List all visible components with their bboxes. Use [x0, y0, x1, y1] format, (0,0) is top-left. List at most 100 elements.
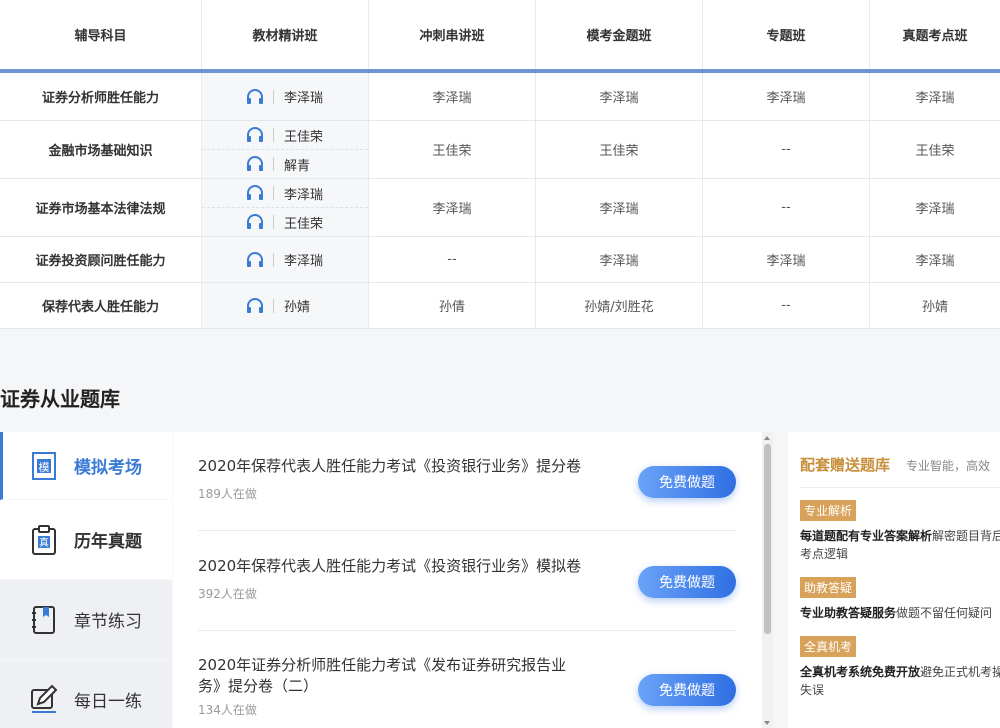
table-row: 保荐代表人胜任能力 孙婧 孙倩 孙婧/刘胜花 -- 孙婧: [0, 283, 1000, 329]
sidebar-item-label: 每日一练: [74, 692, 142, 712]
promo-feature: 专业解析 每道题配有专业答案解析解密题目背后 考点逻辑: [800, 488, 1000, 563]
sidebar-item-chapter-practice[interactable]: 章节练习: [0, 580, 172, 660]
svg-text:模: 模: [39, 461, 50, 474]
subject-cell: 证券投资顾问胜任能力: [0, 237, 202, 282]
question-title[interactable]: 2020年证券分析师胜任能力考试《发布证券研究报告业务》提分卷（二）: [198, 655, 588, 697]
divider: [273, 186, 274, 200]
feature-tag: 助教答疑: [800, 577, 857, 598]
question-title[interactable]: 2020年保荐代表人胜任能力考试《投资银行业务》提分卷: [198, 456, 588, 477]
table-row: 金融市场基础知识 王佳荣 解青 王佳荣 王佳荣 -- 王佳荣: [0, 121, 1000, 179]
feature-text: 专业助教答疑服务做题不留任何疑问: [800, 606, 993, 620]
teacher-cell: 孙倩: [369, 283, 536, 328]
headphones-icon[interactable]: [246, 251, 264, 268]
subject-cell: 金融市场基础知识: [0, 121, 202, 178]
teacher-name: 王佳荣: [284, 216, 324, 232]
scroll-down-icon[interactable]: [764, 721, 770, 725]
teacher-cell: 孙婧: [921, 300, 948, 315]
teacher-name: 解青: [284, 158, 311, 174]
question-list: 2020年保荐代表人胜任能力考试《投资银行业务》提分卷 189人在做 免费做题 …: [173, 432, 773, 728]
header-mock: 模考金题班: [536, 0, 703, 69]
sidebar-item-past-papers[interactable]: 真 历年真题: [0, 500, 172, 580]
textbook-teacher-cell: 王佳荣 解青: [202, 121, 369, 178]
teacher-cell: --: [703, 121, 870, 178]
teacher-cell: 李泽瑞: [915, 91, 955, 106]
subject-cell: 保荐代表人胜任能力: [0, 283, 202, 328]
feature-text: 全真机考系统免费开放避免正式机考操 失误: [800, 665, 1000, 697]
textbook-teacher-cell: 李泽瑞: [202, 237, 369, 282]
clipboard-icon: 真: [32, 524, 56, 555]
table-row: 证券市场基本法律法规 李泽瑞 王佳荣 李泽瑞 李泽瑞 -- 李泽瑞: [0, 179, 1000, 237]
teacher-cell: 李泽瑞: [703, 237, 870, 282]
teacher-name: 李泽瑞: [284, 187, 324, 203]
header-textbook: 教材精讲班: [202, 0, 369, 69]
sidebar-item-mock-exam[interactable]: 模 模拟考场: [0, 432, 172, 500]
teacher-audio-link[interactable]: 解青: [202, 150, 368, 178]
promo-subtitle: 专业智能，高效: [906, 459, 991, 473]
subject-cell: 证券分析师胜任能力: [0, 73, 202, 120]
teacher-audio-link[interactable]: 王佳荣: [202, 208, 368, 236]
teacher-cell: 李泽瑞: [703, 73, 870, 120]
sidebar-item-label: 模拟考场: [74, 458, 142, 478]
sidebar-item-label: 历年真题: [74, 532, 142, 552]
feature-text: 每道题配有专业答案解析解密题目背后 考点逻辑: [800, 529, 1000, 561]
table-header: 辅导科目 教材精讲班 冲刺串讲班 模考金题班 专题班 真题考点班: [0, 0, 1000, 73]
scrollbar[interactable]: [762, 432, 773, 728]
headphones-icon[interactable]: [246, 88, 264, 105]
teacher-name: 李泽瑞: [284, 91, 324, 106]
headphones-icon[interactable]: [246, 297, 264, 314]
free-practice-button[interactable]: 免费做题: [638, 674, 736, 706]
header-subject: 辅导科目: [0, 0, 202, 69]
teacher-cell: --: [703, 283, 870, 328]
teacher-audio-link[interactable]: 李泽瑞: [202, 179, 368, 208]
teacher-cell: 李泽瑞: [915, 254, 955, 269]
teacher-cell: 王佳荣: [536, 121, 703, 178]
textbook-teacher-cell: 李泽瑞 王佳荣: [202, 179, 369, 236]
header-real: 真题考点班: [902, 29, 968, 44]
promo-panel: 配套赠送题库 专业智能，高效 专业解析 每道题配有专业答案解析解密题目背后 考点逻…: [788, 432, 1000, 728]
teacher-cell: 孙婧/刘胜花: [536, 283, 703, 328]
headphones-icon[interactable]: [246, 214, 264, 230]
pencil-edit-icon: [31, 684, 58, 713]
headphones-icon[interactable]: [246, 156, 264, 172]
divider: [273, 128, 274, 142]
teacher-name: 李泽瑞: [284, 254, 324, 269]
teacher-cell: 李泽瑞: [536, 179, 703, 236]
sidebar-item-label: 章节练习: [74, 612, 142, 632]
promo-header: 配套赠送题库 专业智能，高效: [800, 454, 1000, 488]
free-practice-button[interactable]: 免费做题: [638, 466, 736, 498]
free-practice-button[interactable]: 免费做题: [638, 566, 736, 598]
divider: [273, 89, 274, 104]
header-sprint: 冲刺串讲班: [369, 0, 536, 69]
teacher-audio-link[interactable]: 李泽瑞: [202, 237, 368, 282]
exam-paper-icon: 模: [32, 451, 56, 480]
teacher-cell: --: [369, 237, 536, 282]
teacher-audio-link[interactable]: 孙婧: [202, 283, 368, 328]
teacher-audio-link[interactable]: 李泽瑞: [202, 73, 368, 120]
textbook-teacher-cell: 李泽瑞: [202, 73, 369, 120]
list-item: 2020年保荐代表人胜任能力考试《投资银行业务》提分卷 189人在做 免费做题: [198, 456, 736, 531]
subject-cell: 证券市场基本法律法规: [0, 179, 202, 236]
textbook-teacher-cell: 孙婧: [202, 283, 369, 328]
teacher-cell: 李泽瑞: [915, 202, 955, 217]
divider: [273, 252, 274, 267]
feature-tag: 全真机考: [800, 636, 857, 657]
teacher-cell: 李泽瑞: [536, 73, 703, 120]
sidebar: 模 模拟考场 真 历年真题 章节练习 每日一练: [0, 432, 172, 728]
divider: [273, 215, 274, 229]
scroll-up-icon[interactable]: [764, 436, 770, 440]
teacher-audio-link[interactable]: 王佳荣: [202, 121, 368, 150]
section-title: 证券从业题库: [0, 387, 120, 411]
headphones-icon[interactable]: [246, 185, 264, 201]
headphones-icon[interactable]: [246, 127, 264, 143]
notebook-icon: [32, 605, 55, 634]
question-title[interactable]: 2020年保荐代表人胜任能力考试《投资银行业务》模拟卷: [198, 556, 588, 577]
sidebar-item-daily-practice[interactable]: 每日一练: [0, 660, 172, 728]
svg-text:真: 真: [39, 536, 49, 549]
table-row: 证券分析师胜任能力 李泽瑞 李泽瑞 李泽瑞 李泽瑞 李泽瑞: [0, 73, 1000, 121]
table-body: 证券分析师胜任能力 李泽瑞 李泽瑞 李泽瑞 李泽瑞 李泽瑞 金融市场基础知识 王佳荣 解青 王佳荣…: [0, 73, 1000, 329]
promo-feature: 助教答疑 专业助教答疑服务做题不留任何疑问: [800, 563, 1000, 622]
teacher-name: 王佳荣: [284, 129, 324, 145]
teacher-name: 孙婧: [284, 300, 311, 315]
header-topic: 专题班: [703, 0, 870, 69]
scrollbar-thumb[interactable]: [764, 444, 771, 634]
